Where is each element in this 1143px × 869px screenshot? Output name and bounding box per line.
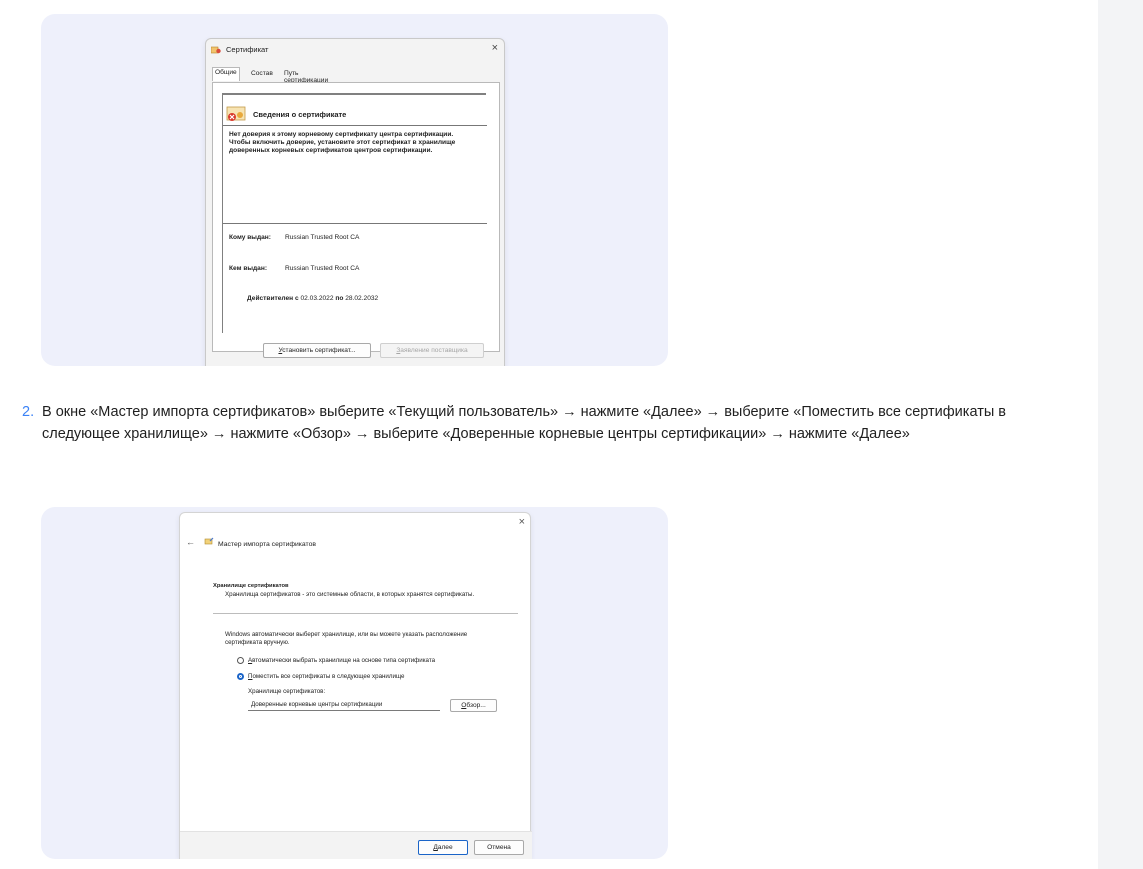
valid-from-label: Действителен с xyxy=(247,295,299,302)
wizard-title: Мастер импорта сертификатов xyxy=(218,541,316,548)
screenshot-import-wizard: × ← Мастер импорта сертификатов Хранилищ… xyxy=(41,507,668,859)
browse-button[interactable]: Обзор... xyxy=(450,699,497,712)
screenshot-certificate: Сертификат × Общие Состав Путь сертифика… xyxy=(41,14,668,366)
tab-cert-path[interactable]: Путь сертификации xyxy=(282,69,330,84)
issued-to-label: Кому выдан: xyxy=(229,234,271,241)
certificate-dialog: Сертификат × Общие Состав Путь сертифика… xyxy=(205,38,505,366)
trust-warning-text: Нет доверия к этому корневому сертификат… xyxy=(229,131,456,154)
issued-by-label: Кем выдан: xyxy=(229,265,268,272)
radio-manual-store-label[interactable]: Поместить все сертификаты в следующее хр… xyxy=(248,673,404,680)
store-info-text: Windows автоматически выберет хранилище,… xyxy=(225,631,468,646)
valid-to-label: по xyxy=(335,295,344,302)
dialog-titlebar: Сертификат × xyxy=(206,39,504,61)
radio-auto-store[interactable] xyxy=(237,657,244,664)
issued-to-value: Russian Trusted Root CA xyxy=(285,234,360,241)
radio-auto-store-label[interactable]: Автоматически выбрать хранилище на основ… xyxy=(248,657,435,664)
validity-period: Действителен с 02.03.2022 по 28.02.2032 xyxy=(247,295,378,302)
next-label: алее xyxy=(437,844,453,851)
step-text: В окне «Мастер импорта сертификатов» выб… xyxy=(42,404,1006,442)
general-tab-panel: Сведения о сертификате Нет доверия к это… xyxy=(212,82,500,352)
divider xyxy=(223,125,487,126)
cert-info-box: Сведения о сертификате Нет доверия к это… xyxy=(222,93,487,333)
wizard-certificate-icon xyxy=(204,537,214,545)
wizard-footer: Далее Отмена xyxy=(180,831,532,859)
divider xyxy=(223,223,487,224)
right-sidebar xyxy=(1098,0,1143,869)
issuer-statement-button: Заявление поставщика xyxy=(380,343,484,358)
store-label: Хранилище сертификатов: xyxy=(248,688,326,695)
valid-to-date: 28.02.2032 xyxy=(345,295,379,302)
issued-by-value: Russian Trusted Root CA xyxy=(285,265,360,272)
certificate-icon xyxy=(211,46,221,54)
install-certificate-button[interactable]: Установить сертификат... xyxy=(263,343,371,358)
cancel-button[interactable]: Отмена xyxy=(474,840,524,855)
step-number: 2. xyxy=(22,404,35,420)
install-label: становить сертификат... xyxy=(282,347,356,354)
cert-info-header: Сведения о сертификате xyxy=(253,110,347,119)
issuer-label: аявление поставщика xyxy=(400,347,468,354)
dialog-title: Сертификат xyxy=(226,45,269,54)
close-icon[interactable]: × xyxy=(519,516,525,528)
radio-manual-store[interactable] xyxy=(237,673,244,680)
section-description: Хранилища сертификатов - это системные о… xyxy=(225,591,475,598)
valid-from-date: 02.03.2022 xyxy=(300,295,334,302)
untrusted-certificate-icon xyxy=(226,106,246,121)
back-arrow-icon[interactable]: ← xyxy=(186,537,195,547)
tab-details[interactable]: Состав xyxy=(249,69,275,81)
section-title: Хранилище сертификатов xyxy=(213,583,289,589)
tab-general[interactable]: Общие xyxy=(212,67,240,81)
close-icon[interactable]: × xyxy=(492,42,498,54)
next-button[interactable]: Далее xyxy=(418,840,468,855)
auto-label: втоматически выбрать хранилище на основе… xyxy=(252,657,436,664)
browse-label: бзор... xyxy=(466,702,486,709)
certificate-store-field[interactable]: Доверенные корневые центры сертификации xyxy=(248,699,440,711)
manual-label: оместить все сертификаты в следующее хра… xyxy=(252,673,405,680)
divider xyxy=(213,613,518,614)
import-wizard-dialog: × ← Мастер импорта сертификатов Хранилищ… xyxy=(179,512,532,859)
